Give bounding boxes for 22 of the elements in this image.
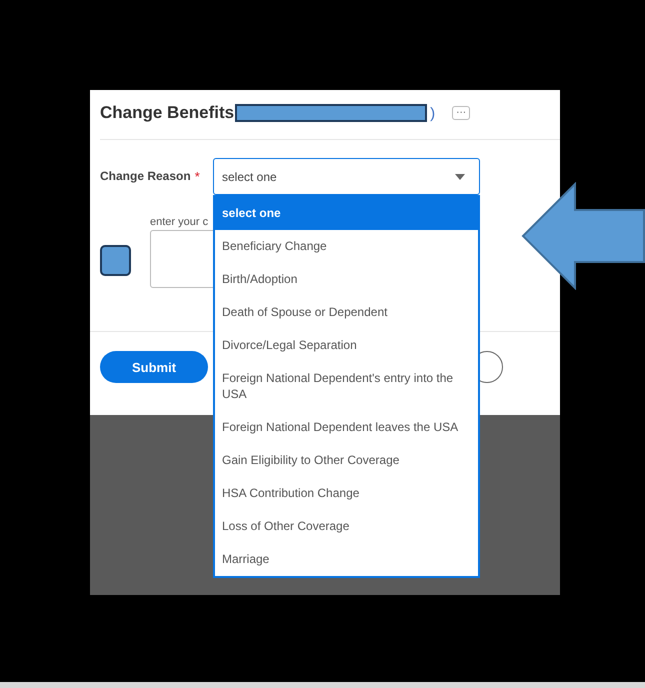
dropdown-option[interactable]: Birth/Adoption <box>215 263 478 296</box>
page-title: Change Benefits <box>100 103 234 123</box>
dropdown-value: select one <box>222 170 277 184</box>
required-mark: * <box>194 168 200 184</box>
caret-icon <box>455 174 465 180</box>
field-label: Change Reason <box>100 169 191 183</box>
dropdown-option[interactable]: Loss of Other Coverage <box>215 510 478 543</box>
submit-button[interactable]: Submit <box>100 351 208 383</box>
dropdown-option[interactable]: Gain Eligibility to Other Coverage <box>215 444 478 477</box>
redaction-square <box>100 245 131 276</box>
title-suffix: ) <box>430 104 436 122</box>
dropdown-option[interactable]: Death of Spouse or Dependent <box>215 296 478 329</box>
dropdown-option[interactable]: HSA Contribution Change <box>215 477 478 510</box>
dropdown-option[interactable]: Divorce/Legal Separation <box>215 329 478 362</box>
dropdown-option[interactable]: Foreign National Dependent leaves the USA <box>215 411 478 444</box>
more-button[interactable]: ··· <box>452 106 470 120</box>
dropdown-option[interactable]: Beneficiary Change <box>215 230 478 263</box>
dropdown-option[interactable]: select one <box>215 197 478 230</box>
dropdown-option[interactable]: Marriage <box>215 543 478 576</box>
dropdown-option[interactable]: Foreign National Dependent's entry into the USA <box>215 362 478 411</box>
change-reason-dropdown[interactable]: select one <box>213 158 480 195</box>
comment-label: enter your c <box>150 216 210 228</box>
